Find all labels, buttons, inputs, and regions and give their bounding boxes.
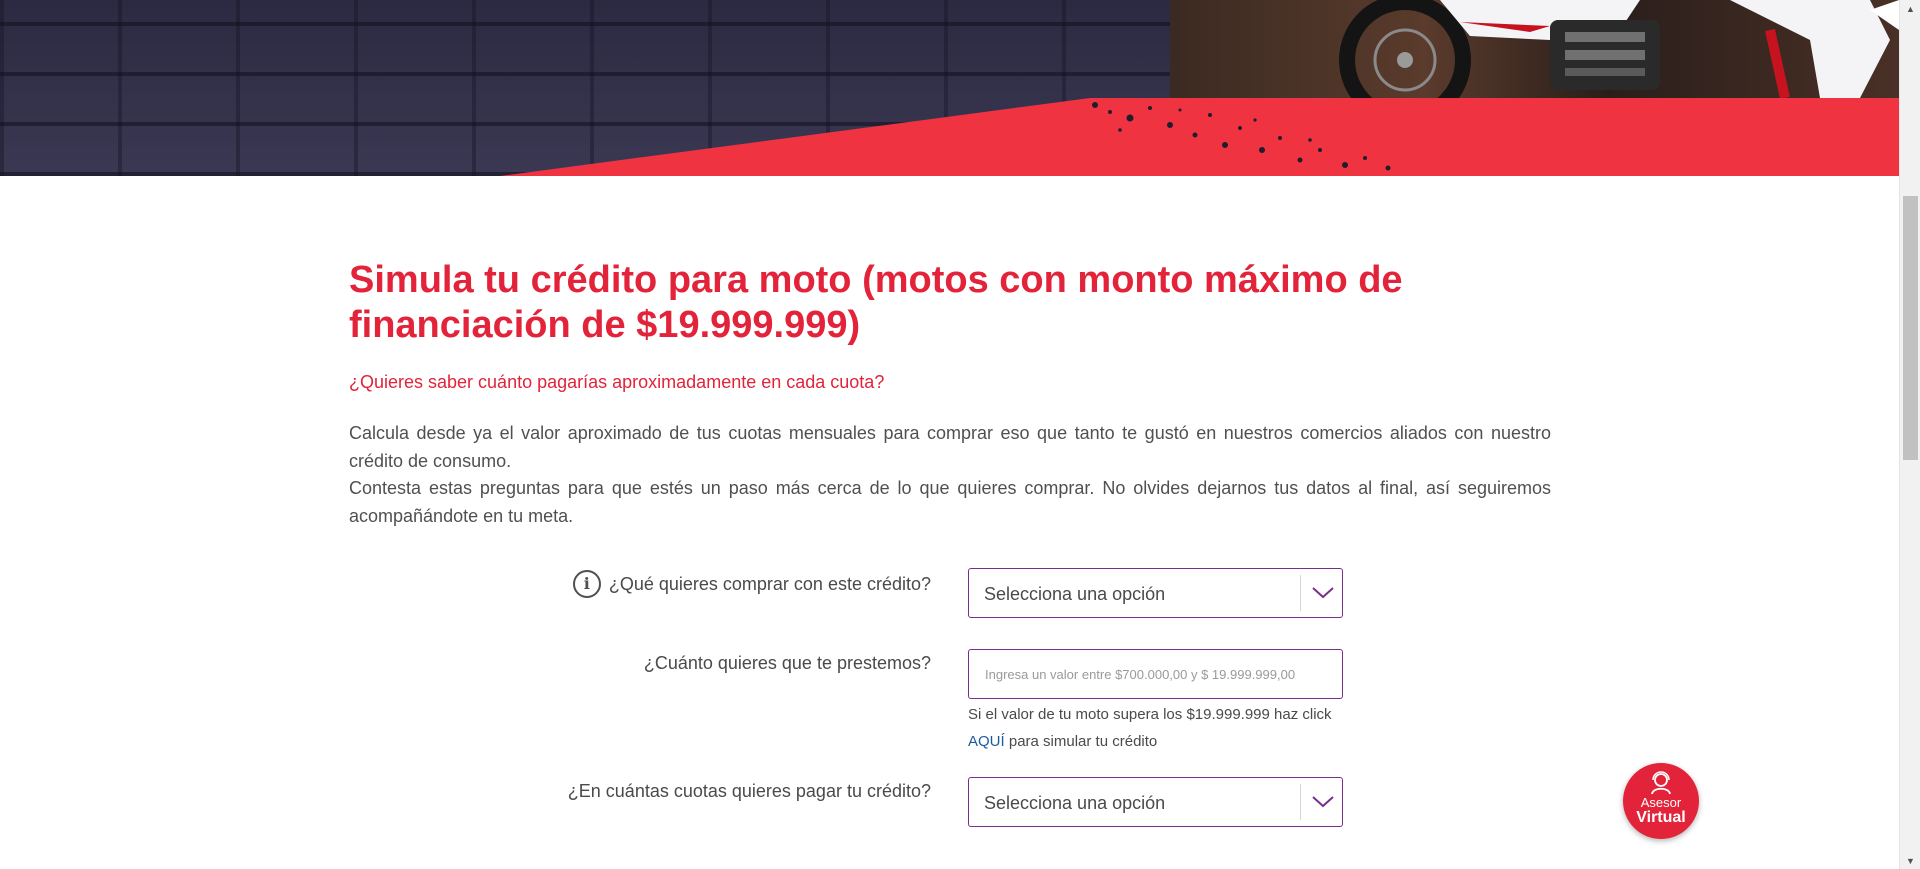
amount-help-suffix: para simular tu crédito [1008,733,1158,750]
question-purchase-label: i ¿Qué quieres comprar con este crédito? [572,570,931,598]
hero-red-band [500,98,1899,176]
page-title: Simula tu crédito para moto (motos con m… [349,259,1403,346]
advisor-label-line1: Asesor [1640,795,1682,810]
scroll-up-arrow-icon[interactable]: ▲ [1900,0,1920,17]
intro-paragraph-2: Contesta estas preguntas para que estés … [349,478,1551,526]
chevron-down-icon[interactable] [1302,778,1343,826]
scroll-down-arrow-icon[interactable]: ▼ [1900,852,1920,869]
purchase-select[interactable]: Selecciona una opción [968,568,1343,618]
page: Simula tu crédito para moto (motos con m… [0,0,1920,869]
hero-banner [0,0,1899,176]
intro-paragraph-1: Calcula desde ya el valor aproximado de … [349,423,1551,471]
purchase-select-value: Selecciona una opción [984,584,1166,604]
amount-help: Si el valor de tu moto supera los $19.99… [968,701,1348,755]
chevron-down-icon[interactable] [1302,569,1343,617]
select-divider [1300,784,1301,820]
simulate-here-link[interactable]: AQUÍ [968,733,1005,750]
installments-select-value: Selecciona una opción [984,793,1166,813]
installments-select[interactable]: Selecciona una opción [968,777,1343,827]
select-divider [1300,575,1301,611]
amount-field[interactable] [968,649,1343,699]
question-purchase-text: ¿Qué quieres comprar con este crédito? [608,574,931,594]
info-icon[interactable]: i [572,570,601,598]
amount-help-text: Si el valor de tu moto supera los $19.99… [968,706,1332,723]
scroll-thumb[interactable] [1903,196,1918,460]
question-installments-label: ¿En cuántas cuotas quieres pagar tu créd… [568,779,931,803]
advisor-label-line2: Virtual [1636,809,1686,826]
page-scrollbar[interactable]: ▲ ▼ [1899,0,1920,869]
simulator-intro: Simula tu crédito para moto (motos con m… [349,258,1551,530]
virtual-advisor-button[interactable]: Asesor Virtual [1623,763,1699,839]
question-amount-label: ¿Cuánto quieres que te prestemos? [644,651,931,675]
amount-input[interactable] [969,650,1342,698]
page-subtitle: ¿Quieres saber cuánto pagarías aproximad… [349,372,885,392]
question-installments-text: ¿En cuántas cuotas quieres pagar tu créd… [567,781,931,801]
headset-agent-icon [1651,771,1671,795]
question-amount-text: ¿Cuánto quieres que te prestemos? [643,653,931,673]
